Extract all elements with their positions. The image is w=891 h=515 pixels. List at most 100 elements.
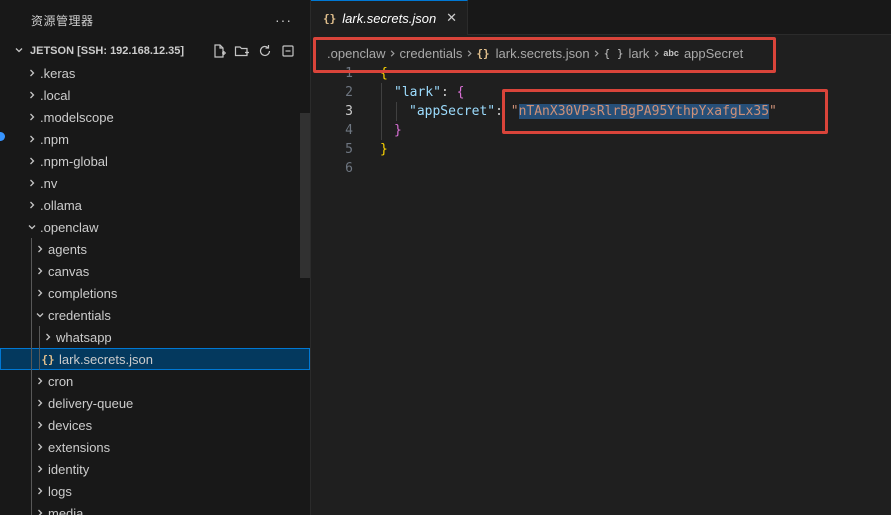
chevron-right-icon — [24, 106, 40, 128]
tree-item-label: .ollama — [40, 197, 82, 213]
brace: } — [394, 123, 402, 138]
new-file-icon[interactable] — [210, 43, 227, 60]
tree-item-folder-cron[interactable]: cron — [0, 370, 310, 392]
code-line: 4 } — [311, 121, 891, 140]
tree-item-file-lark-secrets-json[interactable]: {} lark.secrets.json — [0, 348, 310, 370]
collapse-all-icon[interactable] — [279, 43, 296, 60]
chevron-right-icon — [32, 370, 48, 392]
chevron-right-icon — [32, 282, 48, 304]
tree-item-label: .npm — [40, 131, 69, 147]
tree-item-folder-devices[interactable]: devices — [0, 414, 310, 436]
breadcrumb-label: lark — [628, 45, 650, 61]
tree-item-folder-media[interactable]: media — [0, 502, 310, 515]
breadcrumb-item-credentials[interactable]: credentials — [400, 46, 463, 61]
chevron-down-icon — [14, 45, 30, 58]
tree-item-folder-npm-global[interactable]: .npm-global — [0, 150, 310, 172]
tree-item-folder-completions[interactable]: completions — [0, 282, 310, 304]
chevron-right-icon — [24, 128, 40, 150]
tree-item-label: completions — [48, 285, 118, 301]
indent-guide — [31, 480, 32, 502]
indent-guide — [396, 102, 397, 121]
indent-guide — [31, 436, 32, 458]
indent-guide — [381, 121, 382, 140]
chevron-right-icon — [590, 49, 604, 58]
tree-item-label: credentials — [48, 307, 111, 323]
tab-lark-secrets-json[interactable]: {} lark.secrets.json ✕ — [311, 0, 469, 35]
breadcrumb-label: appSecret — [683, 45, 744, 61]
chevron-right-icon — [24, 84, 40, 106]
refresh-icon[interactable] — [256, 43, 273, 60]
tree-item-folder-canvas[interactable]: canvas — [0, 260, 310, 282]
quote: " — [769, 104, 777, 119]
workspace-header[interactable]: JETSON [SSH: 192.168.12.35] — [0, 40, 310, 62]
tree-item-label: lark.secrets.json — [59, 351, 153, 367]
secret-value[interactable]: nTAnX30VPsRlrBgPA95YthpYxafgLx35 — [518, 104, 770, 119]
tree-item-folder-modelscope[interactable]: .modelscope — [0, 106, 310, 128]
tree-item-folder-ollama[interactable]: .ollama — [0, 194, 310, 216]
close-icon[interactable]: ✕ — [446, 10, 457, 26]
breadcrumb-label: credentials — [399, 45, 463, 61]
code-text: "lark": { — [394, 85, 464, 100]
breadcrumb-item-file[interactable]: {} lark.secrets.json — [476, 46, 589, 61]
indent-guide — [31, 326, 32, 348]
workspace-name: JETSON [SSH: 192.168.12.35] — [30, 45, 185, 57]
json-file-icon: {} — [41, 352, 55, 366]
code-text: } — [380, 142, 388, 157]
tree-item-folder-credentials[interactable]: credentials — [0, 304, 310, 326]
tree-item-label: identity — [48, 461, 90, 477]
tree-item-label: .local — [40, 87, 71, 103]
tree-item-label: .npm-global — [40, 153, 108, 169]
more-actions-icon[interactable]: ··· — [275, 12, 292, 28]
code-line: 2 "lark": { — [311, 83, 891, 102]
tree-item-label: logs — [48, 483, 72, 499]
brace: } — [380, 142, 388, 157]
code-editor[interactable]: 1 { 2 "lark": { 3 "appSecret": "nTAnX30V… — [311, 64, 891, 178]
tree-item-label: media — [48, 505, 84, 515]
chevron-right-icon — [32, 238, 48, 260]
chevron-right-icon — [32, 480, 48, 502]
tree-item-folder-nv[interactable]: .nv — [0, 172, 310, 194]
breadcrumb-label: lark.secrets.json — [495, 45, 590, 61]
tree-item-folder-delivery-queue[interactable]: delivery-queue — [0, 392, 310, 414]
indent-guide — [31, 392, 32, 414]
tree-item-label: extensions — [48, 439, 111, 455]
tree-item-folder-identity[interactable]: identity — [0, 458, 310, 480]
code-line: 1 { — [311, 64, 891, 83]
tree-item-label: .nv — [40, 175, 58, 191]
object-icon: { } — [603, 46, 624, 60]
tree-item-folder-openclaw[interactable]: .openclaw — [0, 216, 310, 238]
tree-item-label: devices — [48, 417, 93, 433]
tab-label: lark.secrets.json — [342, 10, 437, 26]
code-text: { — [380, 66, 388, 81]
new-folder-icon[interactable] — [233, 43, 250, 60]
tab-bar: {} lark.secrets.json ✕ — [311, 0, 891, 35]
sidebar-scrollbar[interactable] — [300, 113, 310, 278]
code-line: 5 } — [311, 140, 891, 159]
string-icon: abc — [663, 48, 679, 58]
chevron-down-icon — [24, 216, 40, 238]
chevron-right-icon — [40, 326, 56, 348]
tree-item-folder-agents[interactable]: agents — [0, 238, 310, 260]
tree-item-label: whatsapp — [56, 329, 112, 345]
chevron-right-icon — [32, 458, 48, 480]
tree-item-folder-extensions[interactable]: extensions — [0, 436, 310, 458]
chevron-right-icon — [32, 436, 48, 458]
file-tree: .keras .local .modelscope .npm .npm-global .n… — [0, 62, 310, 515]
indent-guide — [31, 238, 32, 260]
chevron-right-icon — [24, 150, 40, 172]
tree-item-folder-npm[interactable]: .npm — [0, 128, 310, 150]
colon: : — [495, 104, 503, 119]
tree-item-label: .modelscope — [40, 109, 114, 125]
chevron-right-icon — [32, 414, 48, 436]
breadcrumb-item-appsecret[interactable]: abc appSecret — [663, 46, 743, 61]
tree-item-folder-local[interactable]: .local — [0, 84, 310, 106]
tree-item-folder-whatsapp[interactable]: whatsapp — [0, 326, 310, 348]
tree-item-folder-keras[interactable]: .keras — [0, 62, 310, 84]
breadcrumb-item-lark[interactable]: { } lark — [604, 46, 650, 61]
breadcrumb-item-openclaw[interactable]: .openclaw — [327, 46, 386, 61]
json-file-icon: {} — [476, 46, 490, 60]
code-text: } — [394, 123, 402, 138]
json-key: "lark" — [394, 85, 441, 100]
tree-item-folder-logs[interactable]: logs — [0, 480, 310, 502]
indent-guide — [39, 348, 40, 370]
